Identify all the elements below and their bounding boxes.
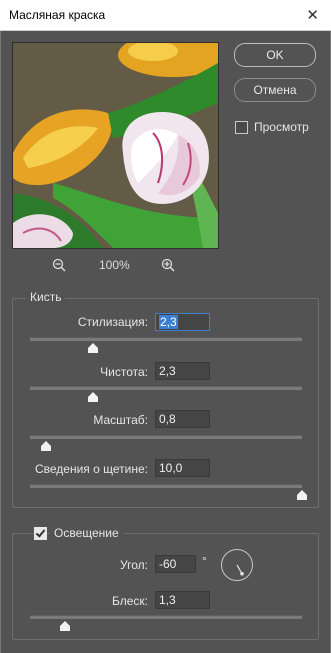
lighting-group-title: Освещение bbox=[50, 526, 123, 540]
zoom-out-icon[interactable] bbox=[52, 258, 66, 272]
shine-label: Блеск: bbox=[112, 594, 148, 608]
shine-input[interactable]: 1,3 bbox=[155, 591, 210, 609]
bristle-detail-input[interactable]: 10,0 bbox=[155, 459, 210, 477]
cleanliness-label: Чистота: bbox=[100, 365, 148, 379]
angle-dial-needle bbox=[236, 564, 244, 576]
tulips-painting bbox=[13, 43, 218, 248]
angle-unit: ° bbox=[202, 554, 207, 568]
stylization-input[interactable]: 2,3 bbox=[155, 313, 210, 331]
cancel-button[interactable]: Отмена bbox=[234, 78, 316, 102]
title-bar: Масляная краска ✕ bbox=[0, 0, 331, 31]
close-icon[interactable]: ✕ bbox=[306, 6, 319, 24]
preview-checkbox[interactable] bbox=[235, 121, 248, 134]
preview-label: Просмотр bbox=[254, 120, 309, 134]
stylization-slider-track[interactable] bbox=[30, 337, 302, 341]
stylization-label: Стилизация: bbox=[77, 315, 148, 329]
scale-slider-track[interactable] bbox=[30, 435, 302, 439]
zoom-controls: 100% bbox=[52, 257, 182, 275]
ok-button[interactable]: OK bbox=[234, 43, 316, 67]
shine-slider-track[interactable] bbox=[30, 615, 302, 619]
lighting-group bbox=[12, 533, 319, 640]
bristle-detail-slider-track[interactable] bbox=[30, 484, 302, 488]
lighting-checkbox[interactable] bbox=[34, 527, 47, 540]
angle-label: Угол: bbox=[120, 558, 148, 572]
zoom-in-icon[interactable] bbox=[161, 258, 175, 272]
bristle-detail-label: Сведения о щетине: bbox=[34, 462, 148, 476]
angle-dial[interactable] bbox=[221, 549, 253, 581]
preview-image[interactable] bbox=[12, 42, 219, 249]
cleanliness-input[interactable]: 2,3 bbox=[155, 362, 210, 380]
zoom-level: 100% bbox=[99, 258, 130, 272]
scale-label: Масштаб: bbox=[93, 413, 148, 427]
scale-input[interactable]: 0,8 bbox=[155, 410, 210, 428]
brush-group-title: Кисть bbox=[26, 290, 66, 304]
cleanliness-slider-track[interactable] bbox=[30, 386, 302, 390]
angle-input[interactable]: -60 bbox=[155, 555, 196, 573]
window-title: Масляная краска bbox=[9, 8, 106, 22]
